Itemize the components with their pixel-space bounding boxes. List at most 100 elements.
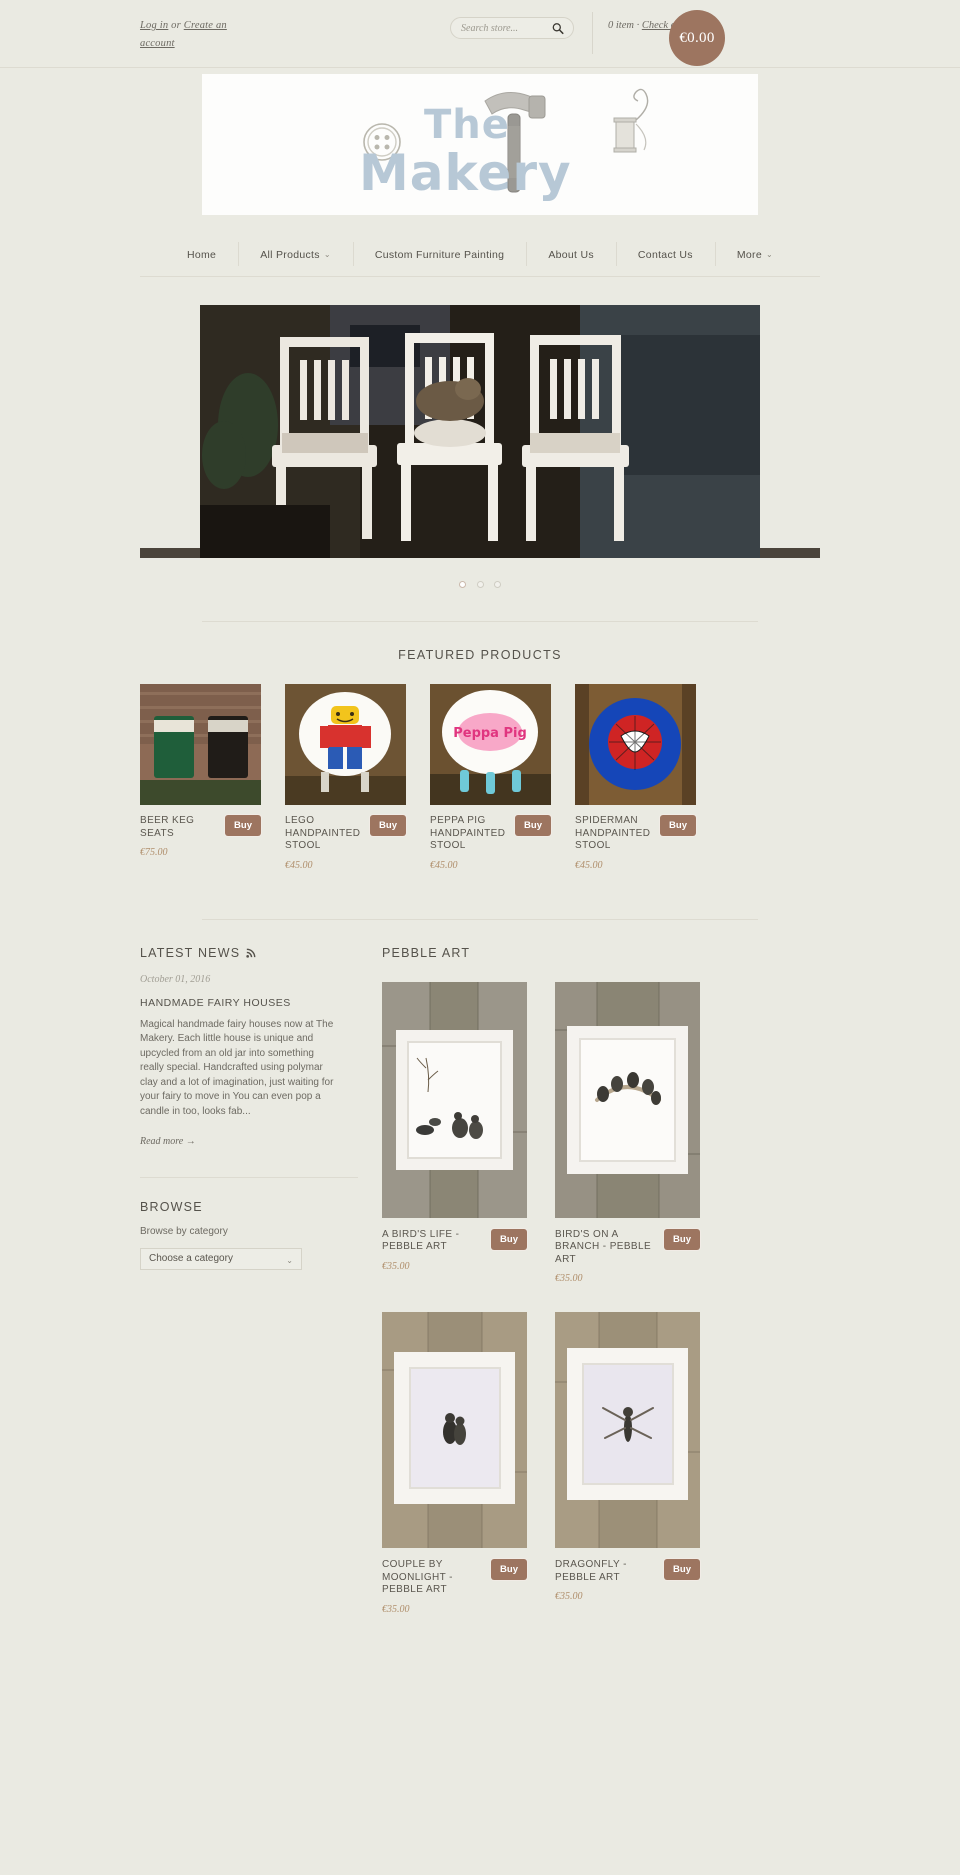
product-price: €35.00 bbox=[555, 1273, 583, 1284]
lower-section: LATEST NEWS October 01, 2016 HANDMADE FA… bbox=[140, 920, 820, 1615]
buy-button[interactable]: Buy bbox=[491, 1559, 527, 1580]
browse-by-category-label: Browse by category bbox=[140, 1225, 228, 1237]
product-name[interactable]: COUPLE BY MOONLIGHT - PEBBLE ART bbox=[382, 1559, 491, 1597]
product-thumbnail[interactable] bbox=[382, 1312, 527, 1548]
beer-keg-seats-image bbox=[140, 684, 261, 805]
nav-item-all-products[interactable]: All Products ⌄ bbox=[238, 241, 353, 266]
site-logo-banner[interactable]: The Makery bbox=[202, 74, 758, 215]
product-price: €35.00 bbox=[555, 1591, 583, 1602]
divider-above-featured bbox=[202, 621, 758, 622]
product-card: COUPLE BY MOONLIGHT - PEBBLE ART Buy €35… bbox=[382, 1312, 527, 1615]
buy-button[interactable]: Buy bbox=[370, 815, 406, 836]
cart-item-count: 0 item bbox=[608, 20, 634, 31]
logo-text-the: The bbox=[424, 102, 510, 148]
product-name[interactable]: PEPPA PIG HANDPAINTED STOOL bbox=[430, 815, 515, 853]
couple-by-moonlight-image bbox=[382, 1312, 527, 1548]
login-link[interactable]: Log in bbox=[140, 20, 168, 31]
sidebar-divider bbox=[140, 1176, 358, 1178]
buy-button[interactable]: Buy bbox=[515, 815, 551, 836]
product-name[interactable]: A BIRD'S LIFE - PEBBLE ART bbox=[382, 1229, 491, 1254]
rss-icon[interactable] bbox=[246, 948, 256, 958]
product-thumbnail[interactable] bbox=[285, 684, 406, 805]
buy-button[interactable]: Buy bbox=[664, 1228, 700, 1250]
category-select[interactable]: Choose a category ⌄ bbox=[140, 1247, 302, 1270]
product-name[interactable]: BEER KEG SEATS bbox=[140, 815, 225, 840]
slider-dot-3[interactable] bbox=[493, 581, 501, 588]
news-headline[interactable]: HANDMADE FAIRY HOUSES bbox=[140, 997, 334, 1009]
product-card: BIRD'S ON A BRANCH - PEBBLE ART Buy €35.… bbox=[555, 981, 700, 1284]
peppa-pig-stool-image: Peppa Pig bbox=[430, 684, 551, 805]
main-navigation: Home All Products ⌄ Custom Furniture Pai… bbox=[140, 233, 820, 277]
buy-button[interactable]: Buy bbox=[664, 1559, 700, 1580]
nav-label: Contact Us bbox=[637, 248, 693, 261]
product-thumbnail[interactable] bbox=[140, 684, 261, 805]
pebble-art-heading: PEBBLE ART bbox=[382, 946, 700, 960]
a-birds-life-image bbox=[382, 981, 527, 1218]
product-name[interactable]: LEGO HANDPAINTED STOOL bbox=[285, 815, 370, 853]
buy-button[interactable]: Buy bbox=[491, 1228, 527, 1250]
product-price: €35.00 bbox=[382, 1260, 410, 1272]
product-thumbnail[interactable] bbox=[555, 981, 700, 1218]
product-price: €45.00 bbox=[285, 859, 313, 871]
nav-item-about-us[interactable]: About Us bbox=[526, 241, 616, 266]
pebble-art-title: PEBBLE ART bbox=[382, 945, 471, 960]
product-card: A BIRD'S LIFE - PEBBLE ART Buy €35.00 bbox=[382, 981, 527, 1285]
product-thumbnail[interactable] bbox=[382, 981, 527, 1218]
product-card: LEGO HANDPAINTED STOOL Buy €45.00 bbox=[285, 684, 406, 871]
thread-spool-icon bbox=[613, 88, 649, 153]
nav-item-contact-us[interactable]: Contact Us bbox=[615, 241, 715, 266]
latest-news-heading: LATEST NEWS bbox=[140, 946, 334, 960]
svg-text:Peppa Pig: Peppa Pig bbox=[453, 726, 527, 741]
browse-heading: BROWSE bbox=[140, 1200, 334, 1214]
product-name[interactable]: BIRD'S ON A BRANCH - PEBBLE ART bbox=[555, 1229, 664, 1267]
product-price: €45.00 bbox=[575, 859, 603, 871]
read-more-link[interactable]: Read more → bbox=[140, 1136, 196, 1147]
product-price: €45.00 bbox=[430, 859, 458, 871]
category-select-value: Choose a category bbox=[149, 1253, 233, 1265]
featured-title: FEATURED PRODUCTS bbox=[398, 648, 562, 662]
slider-dot-2[interactable] bbox=[476, 581, 484, 588]
pebble-products-grid: A BIRD'S LIFE - PEBBLE ART Buy €35.00 BI… bbox=[382, 981, 700, 1615]
slider-dot-1[interactable] bbox=[459, 581, 467, 588]
birds-on-a-branch-image bbox=[555, 981, 700, 1218]
storefront-page: Log in or Create an account 0 item · Che… bbox=[0, 0, 960, 1615]
or-separator: or bbox=[168, 20, 184, 31]
hero-slider bbox=[140, 305, 820, 593]
lego-stool-image bbox=[285, 684, 406, 805]
slider-image[interactable] bbox=[200, 305, 760, 558]
buy-button[interactable]: Buy bbox=[225, 815, 261, 836]
product-thumbnail[interactable] bbox=[575, 684, 696, 805]
nav-item-home[interactable]: Home bbox=[165, 249, 238, 261]
news-excerpt: Magical handmade fairy houses now at The… bbox=[140, 1018, 334, 1118]
buy-button[interactable]: Buy bbox=[660, 815, 696, 836]
logo-text-makery: Makery bbox=[359, 144, 572, 202]
product-name[interactable]: DRAGONFLY - PEBBLE ART bbox=[555, 1559, 664, 1584]
nav-label: All Products bbox=[260, 248, 320, 261]
search-box[interactable] bbox=[450, 17, 574, 39]
product-price: €75.00 bbox=[140, 847, 168, 858]
nav-item-more[interactable]: More ⌄ bbox=[714, 241, 795, 266]
search-input[interactable] bbox=[461, 18, 553, 38]
search-icon[interactable] bbox=[552, 22, 564, 35]
product-name[interactable]: SPIDERMAN HANDPAINTED STOOL bbox=[575, 815, 660, 853]
slider-dots bbox=[140, 575, 820, 593]
chevron-down-icon: ⌄ bbox=[323, 250, 331, 259]
nav-label: More bbox=[736, 248, 762, 261]
chevron-down-icon: ⌄ bbox=[286, 1255, 293, 1265]
search-area bbox=[450, 17, 574, 39]
spiderman-stool-image bbox=[575, 684, 696, 805]
latest-news-title: LATEST NEWS bbox=[140, 945, 241, 960]
product-thumbnail[interactable]: Peppa Pig bbox=[430, 684, 551, 805]
product-price: €35.00 bbox=[382, 1603, 410, 1615]
nav-label: Custom Furniture Painting bbox=[374, 248, 505, 261]
browse-title: BROWSE bbox=[140, 1199, 203, 1214]
product-card: Peppa Pig PEPPA PIG HANDPAINTED STOOL Bu… bbox=[430, 684, 551, 871]
product-card: SPIDERMAN HANDPAINTED STOOL Buy €45.00 bbox=[575, 684, 696, 871]
cart-total-badge[interactable]: €0.00 bbox=[669, 10, 725, 66]
nav-item-custom-furniture-painting[interactable]: Custom Furniture Painting bbox=[352, 241, 526, 266]
nav-label: About Us bbox=[548, 248, 594, 261]
account-links: Log in or Create an account bbox=[140, 17, 260, 53]
product-card: DRAGONFLY - PEBBLE ART Buy €35.00 bbox=[555, 1312, 700, 1615]
dragonfly-image bbox=[555, 1312, 700, 1548]
product-thumbnail[interactable] bbox=[555, 1312, 700, 1548]
